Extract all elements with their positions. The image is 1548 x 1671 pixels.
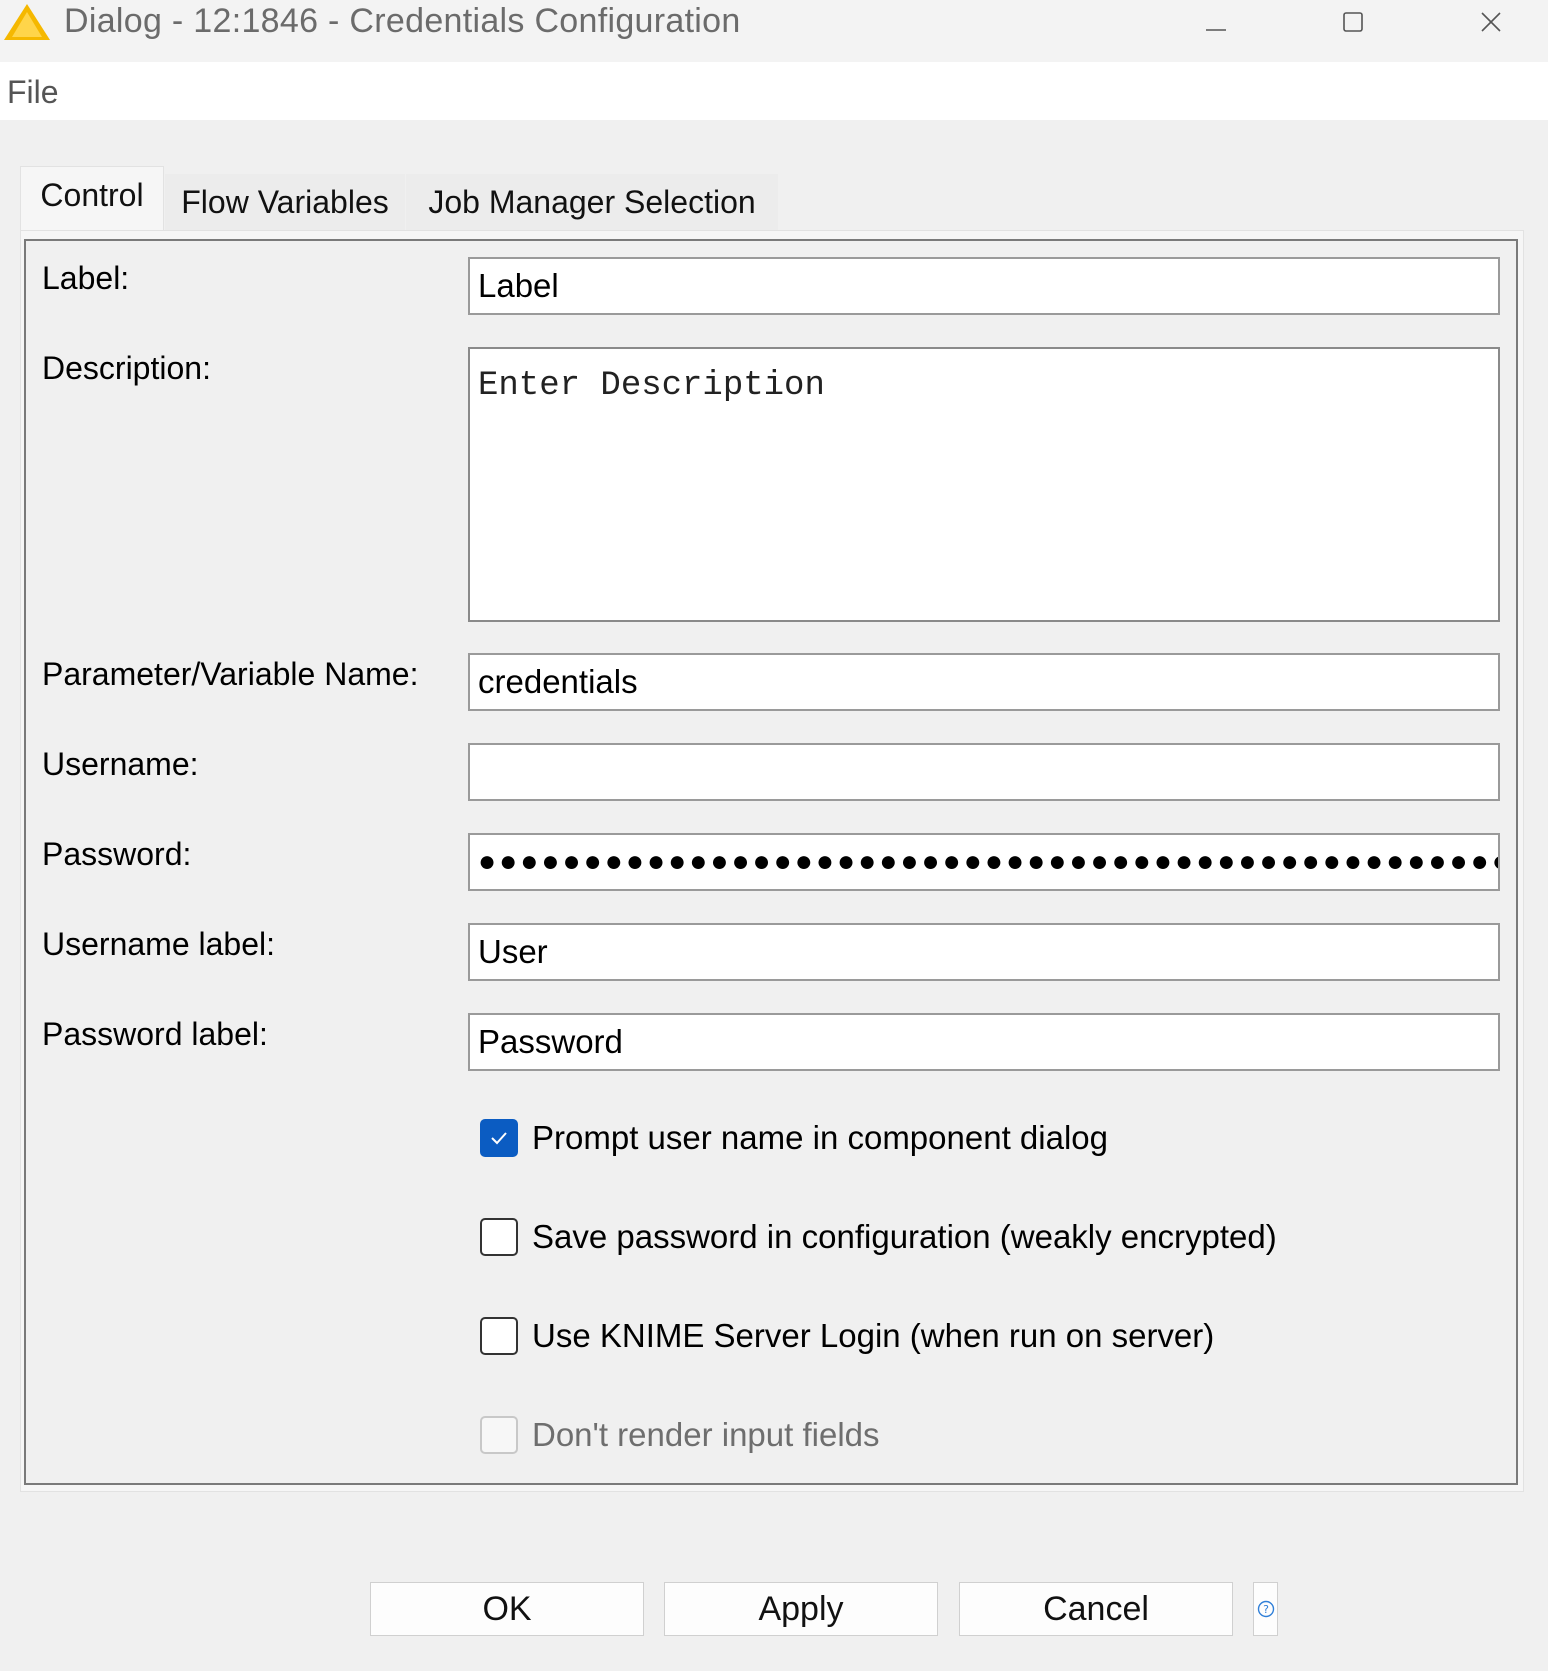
server-login-label: Use KNIME Server Login (when run on serv… [532,1317,1215,1354]
minimize-icon [1206,29,1226,31]
parameter-name-caption: Parameter/Variable Name: [42,656,419,692]
tab-flow-variables[interactable]: Flow Variables [165,174,405,230]
ok-button[interactable]: OK [370,1582,644,1636]
title-bar: Dialog - 12:1846 - Credentials Configura… [0,0,1548,62]
maximize-icon [1343,12,1363,32]
username-label-input[interactable]: User [468,923,1500,981]
cancel-button[interactable]: Cancel [959,1582,1233,1636]
minimize-button[interactable] [1186,0,1246,44]
prompt-username-checkbox[interactable] [480,1119,518,1157]
save-password-checkbox[interactable] [480,1218,518,1256]
svg-text:?: ? [1263,1603,1269,1616]
apply-button[interactable]: Apply [664,1582,938,1636]
knime-warning-triangle-icon [4,4,50,40]
username-label-caption: Username label: [42,926,275,962]
parameter-name-input[interactable]: credentials [468,653,1500,711]
menu-file[interactable]: File [7,74,59,111]
close-button[interactable] [1461,0,1521,44]
password-label-caption: Password label: [42,1016,268,1052]
prompt-username-label: Prompt user name in component dialog [532,1119,1108,1156]
description-textarea[interactable]: Enter Description [468,347,1500,622]
username-input[interactable] [468,743,1500,801]
prompt-username-option[interactable]: Prompt user name in component dialog [480,1117,1108,1159]
menu-bar: File [0,62,1548,120]
tab-control[interactable]: Control [20,166,164,232]
password-label-input[interactable]: Password [468,1013,1500,1071]
checkmark-icon [491,1132,507,1145]
dont-render-checkbox [480,1416,518,1454]
dialog-window: Dialog - 12:1846 - Credentials Configura… [0,0,1548,1671]
label-input[interactable]: Label [468,257,1500,315]
save-password-option[interactable]: Save password in configuration (weakly e… [480,1216,1277,1258]
description-caption: Description: [42,350,211,386]
help-icon: ? [1257,1600,1274,1618]
label-caption: Label: [42,260,130,296]
server-login-option[interactable]: Use KNIME Server Login (when run on serv… [480,1315,1214,1357]
close-icon [1481,12,1501,32]
save-password-label: Save password in configuration (weakly e… [532,1218,1277,1255]
maximize-button[interactable] [1323,0,1383,44]
server-login-checkbox[interactable] [480,1317,518,1355]
window-title: Dialog - 12:1846 - Credentials Configura… [64,2,741,40]
dont-render-option: Don't render input fields [480,1414,880,1456]
password-input[interactable]: ●●●●●●●●●●●●●●●●●●●●●●●●●●●●●●●●●●●●●●●●… [468,833,1500,891]
tab-job-manager-selection[interactable]: Job Manager Selection [406,174,778,230]
password-caption: Password: [42,836,192,872]
username-caption: Username: [42,746,199,782]
help-button[interactable]: ? [1253,1582,1278,1636]
dont-render-label: Don't render input fields [532,1416,880,1453]
